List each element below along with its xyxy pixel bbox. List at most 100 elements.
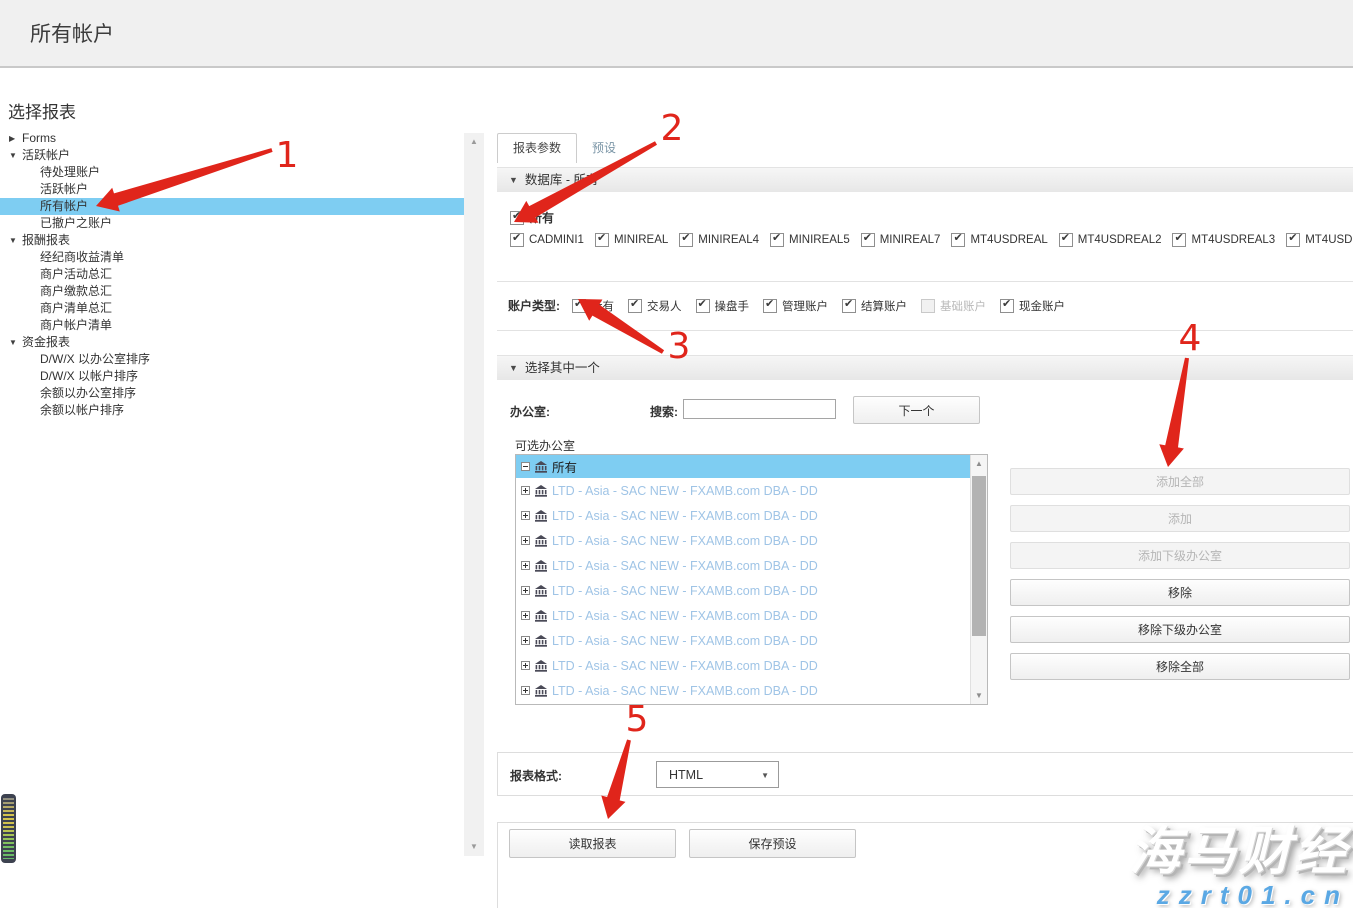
search-input[interactable]: [683, 399, 836, 419]
level-meter-bars: [3, 798, 14, 859]
account-type-checkbox[interactable]: [696, 299, 710, 313]
expand-plus-icon[interactable]: [521, 636, 530, 645]
expand-plus-icon[interactable]: [521, 511, 530, 520]
office-list-item[interactable]: LTD - Asia - SAC NEW - FXAMB.com DBA - D…: [516, 553, 975, 578]
database-checkbox[interactable]: [510, 233, 524, 247]
tree-item[interactable]: 余额以帐户排序: [0, 402, 465, 419]
database-label: MT4USDREAL3: [1191, 234, 1275, 246]
report-format-select[interactable]: HTML ▼: [656, 761, 779, 788]
office-list-item[interactable]: LTD - Asia - SAC NEW - FXAMB.com DBA - D…: [516, 478, 975, 503]
expand-plus-icon[interactable]: [521, 586, 530, 595]
office-list-scrollbar[interactable]: ▲ ▼: [970, 455, 987, 704]
database-item: MT4USDREAL2: [1059, 233, 1162, 247]
database-section-header[interactable]: ▼数据库 - 所有: [497, 167, 1353, 192]
tree-item[interactable]: 已撤户之账户: [0, 215, 465, 232]
tree-item[interactable]: 商户帐户清单: [0, 317, 465, 334]
office-building-icon: [535, 510, 547, 522]
database-checkbox[interactable]: [770, 233, 784, 247]
database-label: MINIREAL7: [880, 234, 941, 246]
triangle-down-icon[interactable]: ▼: [9, 232, 17, 249]
office-list-item[interactable]: LTD - Asia - SAC NEW - FXAMB.com DBA - D…: [516, 678, 975, 703]
tab-bar: 报表参数 预设: [497, 132, 631, 163]
account-type-checkbox[interactable]: [572, 299, 586, 313]
tree-item[interactable]: ▼ 报酬报表: [0, 232, 465, 249]
triangle-down-icon[interactable]: ▼: [9, 147, 17, 164]
account-type-checkbox[interactable]: [628, 299, 642, 313]
database-item: MT4USDREAL3: [1172, 233, 1275, 247]
database-checkbox[interactable]: [1286, 233, 1300, 247]
tree-item[interactable]: 所有帐户: [0, 198, 465, 215]
account-type-checkbox[interactable]: [842, 299, 856, 313]
tree-item[interactable]: 活跃帐户: [0, 181, 465, 198]
save-preset-button[interactable]: 保存预设: [689, 829, 856, 858]
account-type-checkbox[interactable]: [1000, 299, 1014, 313]
scroll-up-icon[interactable]: ▲: [971, 455, 987, 472]
remove-sub-offices-button[interactable]: 移除下级办公室: [1010, 616, 1350, 643]
tree-item[interactable]: 余额以办公室排序: [0, 385, 465, 402]
office-list-item[interactable]: LTD - Asia - SAC NEW - FXAMB.com DBA - D…: [516, 603, 975, 628]
office-list-item[interactable]: LTD - Asia - SAC NEW - FXAMB.com DBA - D…: [516, 578, 975, 603]
account-type-label: 管理账户: [782, 298, 828, 314]
scrollbar-thumb[interactable]: [972, 476, 986, 636]
office-list-item[interactable]: LTD - Asia - SAC NEW - FXAMB.com DBA - D…: [516, 528, 975, 553]
next-button[interactable]: 下一个: [853, 396, 980, 424]
report-format-section: 报表格式: HTML ▼: [497, 752, 1353, 796]
choose-one-section-header[interactable]: ▼选择其中一个: [497, 355, 1353, 380]
account-type-label: 现金账户: [1019, 298, 1065, 314]
tree-item[interactable]: ▼活跃帐户: [0, 147, 465, 164]
collapse-minus-icon[interactable]: [521, 462, 530, 471]
database-checkbox[interactable]: [1172, 233, 1186, 247]
tree-item[interactable]: D/W/X 以办公室排序: [0, 351, 465, 368]
select-report-heading: 选择报表: [8, 98, 76, 123]
expand-plus-icon[interactable]: [521, 536, 530, 545]
annotation-number-4: 4: [1179, 321, 1202, 357]
database-item: MINIREAL4: [679, 233, 759, 247]
tree-item[interactable]: ▶Forms: [0, 130, 465, 147]
office-list-item[interactable]: LTD - Asia - SAC NEW - FXAMB.com DBA - D…: [516, 503, 975, 528]
office-list-item[interactable]: LTD - Asia - SAC NEW - FXAMB.com DBA - D…: [516, 628, 975, 653]
office-list-item[interactable]: LTD - Asia - SAC NEW - FXAMB.com DBA - D…: [516, 653, 975, 678]
report-format-label: 报表格式:: [510, 767, 562, 784]
office-building-icon: [535, 635, 547, 647]
database-checkbox[interactable]: [595, 233, 609, 247]
tree-item[interactable]: 商户清单总汇: [0, 300, 465, 317]
tree-item[interactable]: 商户活动总汇: [0, 266, 465, 283]
scroll-up-icon[interactable]: ▲: [464, 133, 484, 151]
office-item-label: LTD - Asia - SAC NEW - FXAMB.com DBA - D…: [552, 659, 818, 673]
database-checkbox[interactable]: [1059, 233, 1073, 247]
page: 所有帐户 选择报表 ▶Forms▼活跃帐户待处理账户活跃帐户所有帐户已撤户之账户…: [0, 0, 1353, 908]
triangle-down-icon: ▼: [509, 175, 518, 185]
tab-report-parameters[interactable]: 报表参数: [497, 133, 577, 163]
account-type-checkbox[interactable]: [763, 299, 777, 313]
load-report-button[interactable]: 读取报表: [509, 829, 676, 858]
tree-item[interactable]: 经纪商收益清单: [0, 249, 465, 266]
remove-all-button[interactable]: 移除全部: [1010, 653, 1350, 680]
account-type-label: 所有: [591, 298, 614, 314]
page-scrollbar[interactable]: ▲ ▼: [464, 133, 484, 856]
expand-plus-icon[interactable]: [521, 661, 530, 670]
tree-item[interactable]: ▼资金报表: [0, 334, 465, 351]
tree-item[interactable]: 待处理账户: [0, 164, 465, 181]
office-building-icon: [535, 485, 547, 497]
database-checkbox[interactable]: [679, 233, 693, 247]
tree-item[interactable]: D/W/X 以帐户排序: [0, 368, 465, 385]
tree-item-label: 已撤户之账户: [40, 216, 112, 230]
scroll-down-icon[interactable]: ▼: [464, 838, 484, 856]
expand-plus-icon[interactable]: [521, 486, 530, 495]
expand-plus-icon[interactable]: [521, 561, 530, 570]
tree-item[interactable]: 商户缴款总汇: [0, 283, 465, 300]
office-list-item[interactable]: 所有: [516, 455, 975, 478]
database-checkbox[interactable]: [951, 233, 965, 247]
remove-button[interactable]: 移除: [1010, 579, 1350, 606]
expand-plus-icon[interactable]: [521, 686, 530, 695]
expand-plus-icon[interactable]: [521, 611, 530, 620]
triangle-right-icon[interactable]: ▶: [9, 130, 15, 147]
triangle-down-icon[interactable]: ▼: [9, 334, 17, 351]
add-all-button: 添加全部: [1010, 468, 1350, 495]
tree-item-label: 报酬报表: [22, 233, 70, 247]
all-databases-checkbox[interactable]: [510, 211, 524, 225]
scroll-down-icon[interactable]: ▼: [971, 687, 987, 704]
database-checkbox[interactable]: [861, 233, 875, 247]
office-item-label: 所有: [552, 457, 577, 476]
tab-presets[interactable]: 预设: [577, 134, 631, 163]
